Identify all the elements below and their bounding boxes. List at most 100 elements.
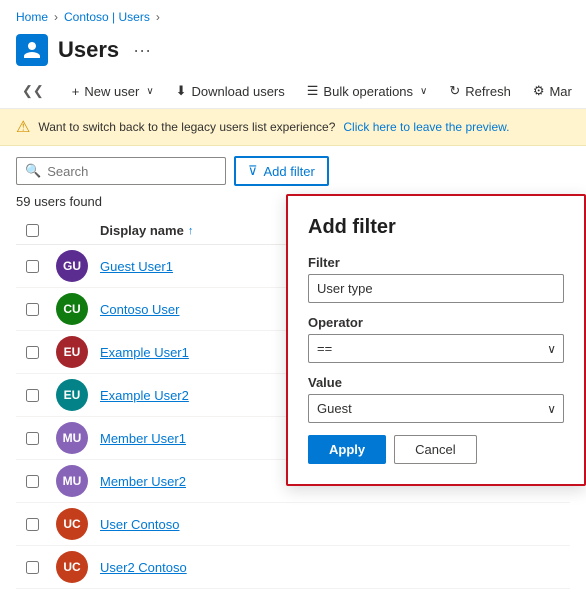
- avatar-initials: UC: [63, 517, 80, 531]
- refresh-icon: ↻: [449, 83, 460, 99]
- sort-icon[interactable]: ↑: [188, 225, 194, 237]
- row-checkbox[interactable]: [26, 389, 39, 402]
- user-name-link[interactable]: User2 Contoso: [100, 560, 187, 575]
- value-select-wrapper: GuestMemberExternal ∨: [308, 394, 564, 423]
- users-icon: [16, 34, 48, 66]
- bulk-icon: ☰: [307, 83, 319, 99]
- legacy-banner: ⚠ Want to switch back to the legacy user…: [0, 109, 586, 146]
- cancel-button[interactable]: Cancel: [394, 435, 476, 464]
- banner-message: Want to switch back to the legacy users …: [38, 120, 335, 134]
- row-checkbox-col: [16, 389, 48, 402]
- bulk-label: Bulk operations: [323, 84, 413, 99]
- avatar: EU: [56, 336, 88, 368]
- row-checkbox[interactable]: [26, 260, 39, 273]
- page-header: Users ···: [0, 30, 586, 74]
- new-user-chevron: ∨: [146, 86, 153, 97]
- apply-button[interactable]: Apply: [308, 435, 386, 464]
- search-icon: 🔍: [25, 163, 41, 179]
- user-name-link[interactable]: User Contoso: [100, 517, 179, 532]
- row-checkbox[interactable]: [26, 346, 39, 359]
- search-input[interactable]: [47, 164, 217, 179]
- value-label: Value: [308, 375, 564, 390]
- settings-label: Mar: [549, 84, 571, 99]
- expand-icon[interactable]: ❮❮: [16, 79, 50, 103]
- breadcrumb-sep2: ›: [156, 10, 160, 24]
- header-checkbox-col: [16, 224, 48, 237]
- panel-actions: Apply Cancel: [308, 435, 564, 464]
- user-avatar-col: EU: [56, 379, 92, 411]
- avatar: EU: [56, 379, 88, 411]
- user-name-link[interactable]: Member User1: [100, 431, 186, 446]
- breadcrumb-home[interactable]: Home: [16, 10, 48, 24]
- refresh-label: Refresh: [465, 84, 511, 99]
- user-avatar-col: GU: [56, 250, 92, 282]
- avatar: UC: [56, 508, 88, 540]
- filter-input[interactable]: [308, 274, 564, 303]
- user-avatar-col: UC: [56, 551, 92, 583]
- refresh-button[interactable]: ↻ Refresh: [439, 78, 520, 104]
- row-checkbox-col: [16, 561, 48, 574]
- operator-label: Operator: [308, 315, 564, 330]
- new-user-icon: +: [72, 84, 80, 99]
- row-checkbox-col: [16, 260, 48, 273]
- row-checkbox[interactable]: [26, 518, 39, 531]
- avatar-initials: EU: [64, 345, 81, 359]
- operator-select[interactable]: ==!=startsWithcontains: [308, 334, 564, 363]
- user-name-link[interactable]: Example User2: [100, 388, 189, 403]
- avatar-initials: MU: [63, 474, 82, 488]
- page-more-button[interactable]: ···: [133, 40, 151, 61]
- table-row: UC User Contoso: [16, 503, 570, 546]
- value-select[interactable]: GuestMemberExternal: [308, 394, 564, 423]
- row-checkbox-col: [16, 432, 48, 445]
- user-name-link[interactable]: Member User2: [100, 474, 186, 489]
- users-svg: [22, 40, 42, 60]
- user-name-link[interactable]: Example User1: [100, 345, 189, 360]
- row-checkbox[interactable]: [26, 432, 39, 445]
- avatar-initials: EU: [64, 388, 81, 402]
- avatar-initials: CU: [63, 302, 80, 316]
- row-checkbox-col: [16, 475, 48, 488]
- user-avatar-col: CU: [56, 293, 92, 325]
- row-checkbox-col: [16, 346, 48, 359]
- avatar: MU: [56, 465, 88, 497]
- new-user-label: New user: [84, 84, 139, 99]
- column-display-name: Display name: [100, 223, 184, 238]
- filter-row: 🔍 ⊽ Add filter: [16, 156, 570, 186]
- settings-button[interactable]: ⚙ Mar: [523, 78, 582, 104]
- add-filter-panel: Add filter Filter Operator ==!=startsWit…: [286, 194, 586, 486]
- row-checkbox[interactable]: [26, 303, 39, 316]
- panel-title: Add filter: [308, 216, 564, 239]
- bulk-operations-button[interactable]: ☰ Bulk operations ∨: [297, 78, 438, 104]
- avatar-initials: UC: [63, 560, 80, 574]
- filter-icon: ⊽: [248, 163, 258, 179]
- download-label: Download users: [192, 84, 285, 99]
- breadcrumb-contoso[interactable]: Contoso | Users: [64, 10, 150, 24]
- bulk-chevron: ∨: [420, 86, 427, 97]
- toolbar: ❮❮ + New user ∨ ⬇ Download users ☰ Bulk …: [0, 74, 586, 109]
- banner-link[interactable]: Click here to leave the preview.: [343, 120, 509, 134]
- user-name-col: User Contoso: [100, 517, 570, 532]
- filter-label: Filter: [308, 255, 564, 270]
- user-name-link[interactable]: Contoso User: [100, 302, 179, 317]
- download-users-button[interactable]: ⬇ Download users: [166, 78, 295, 104]
- search-box[interactable]: 🔍: [16, 157, 226, 185]
- settings-icon: ⚙: [533, 83, 545, 99]
- select-all-checkbox[interactable]: [26, 224, 39, 237]
- user-avatar-col: EU: [56, 336, 92, 368]
- add-filter-button[interactable]: ⊽ Add filter: [234, 156, 329, 186]
- user-avatar-col: MU: [56, 422, 92, 454]
- content-area: 🔍 ⊽ Add filter 59 users found Display na…: [0, 146, 586, 599]
- row-checkbox-col: [16, 303, 48, 316]
- user-name-col: User2 Contoso: [100, 560, 570, 575]
- breadcrumb: Home › Contoso | Users ›: [0, 0, 586, 30]
- add-filter-label: Add filter: [264, 164, 315, 179]
- avatar: GU: [56, 250, 88, 282]
- avatar: CU: [56, 293, 88, 325]
- table-row: UC User2 Contoso: [16, 546, 570, 589]
- row-checkbox[interactable]: [26, 561, 39, 574]
- user-name-link[interactable]: Guest User1: [100, 259, 173, 274]
- user-avatar-col: MU: [56, 465, 92, 497]
- row-checkbox[interactable]: [26, 475, 39, 488]
- new-user-button[interactable]: + New user ∨: [62, 79, 164, 104]
- avatar-initials: MU: [63, 431, 82, 445]
